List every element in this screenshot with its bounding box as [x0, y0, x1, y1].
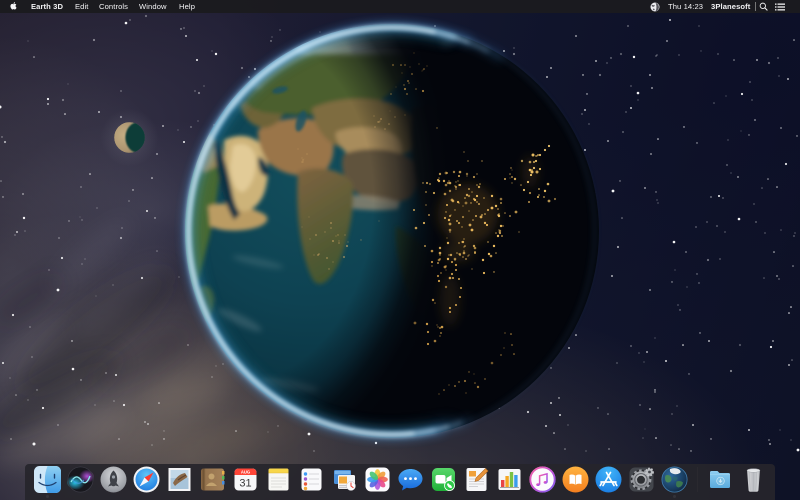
svg-text:AUG: AUG	[240, 469, 249, 474]
svg-text:31: 31	[239, 478, 251, 490]
